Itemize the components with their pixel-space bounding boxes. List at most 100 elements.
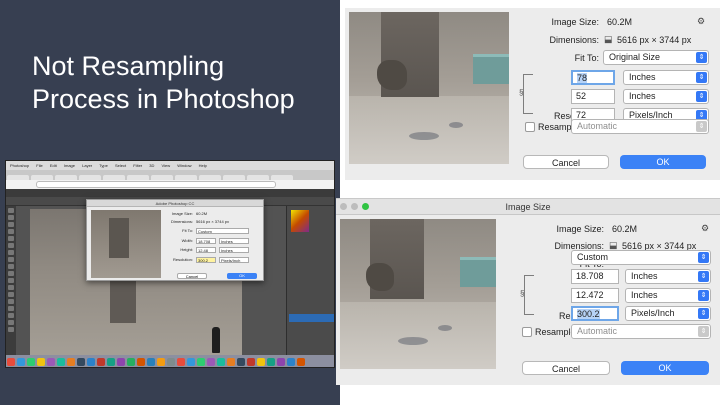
width-field[interactable]: 78 <box>571 70 615 85</box>
dock-app-icon[interactable] <box>257 358 265 366</box>
resample-checkbox[interactable] <box>522 327 532 337</box>
height-field[interactable]: 52 <box>571 89 615 104</box>
dock-app-icon[interactable] <box>37 358 45 366</box>
dock-app-icon[interactable] <box>47 358 55 366</box>
tool-icon[interactable] <box>8 229 14 234</box>
dock-app-icon[interactable] <box>237 358 245 366</box>
dock-app-icon[interactable] <box>167 358 175 366</box>
menu-item[interactable]: Photoshop <box>10 163 29 168</box>
ok-button[interactable]: OK <box>620 155 706 169</box>
tool-icon[interactable] <box>8 292 14 297</box>
url-field[interactable] <box>36 181 276 188</box>
dock-app-icon[interactable] <box>177 358 185 366</box>
dock-app-icon[interactable] <box>287 358 295 366</box>
menu-item[interactable]: File <box>36 163 42 168</box>
resample-checkbox[interactable] <box>525 122 535 132</box>
ok-button[interactable]: OK <box>621 361 709 375</box>
tool-icon[interactable] <box>8 299 14 304</box>
dock-app-icon[interactable] <box>117 358 125 366</box>
tool-icon[interactable] <box>8 215 14 220</box>
dock-app-icon[interactable] <box>207 358 215 366</box>
dock-app-icon[interactable] <box>187 358 195 366</box>
ps-height-unit[interactable]: Inches <box>219 246 249 253</box>
dock-app-icon[interactable] <box>147 358 155 366</box>
tool-icon[interactable] <box>8 236 14 241</box>
height-field[interactable]: 12.472 <box>571 288 619 303</box>
dock-app-icon[interactable] <box>297 358 305 366</box>
menu-item[interactable]: View <box>162 163 171 168</box>
cancel-button[interactable]: Cancel <box>523 155 609 169</box>
menu-item[interactable]: Help <box>199 163 207 168</box>
tool-icon[interactable] <box>8 271 14 276</box>
tool-icon[interactable] <box>8 257 14 262</box>
tool-icon[interactable] <box>8 278 14 283</box>
ps-width-field[interactable]: 18.708 <box>196 237 216 244</box>
ps-resolution-field[interactable]: 300.2 <box>196 256 216 263</box>
tool-icon[interactable] <box>8 320 14 325</box>
chevron-updown-icon: ⇕ <box>698 271 709 282</box>
ps-height-field[interactable]: 12.48 <box>196 246 216 253</box>
resample-select[interactable]: Automatic ⇕ <box>571 119 709 134</box>
dock-app-icon[interactable] <box>157 358 165 366</box>
menu-item[interactable]: Edit <box>50 163 57 168</box>
resolution-unit: Pixels/Inch <box>631 308 675 318</box>
tool-icon[interactable] <box>8 327 14 332</box>
menu-item[interactable]: Window <box>177 163 191 168</box>
dock-app-icon[interactable] <box>107 358 115 366</box>
width-field[interactable]: 18.708 <box>571 269 619 284</box>
resample-select[interactable]: Automatic ⇕ <box>571 324 711 339</box>
width-unit-select[interactable]: Inches ⇕ <box>623 70 709 85</box>
dock-app-icon[interactable] <box>277 358 285 366</box>
tool-icon[interactable] <box>8 208 14 213</box>
resample-value: Automatic <box>577 121 618 131</box>
dock-app-icon[interactable] <box>227 358 235 366</box>
dock-app-icon[interactable] <box>17 358 25 366</box>
height-unit-select[interactable]: Inches ⇕ <box>625 288 711 303</box>
gear-icon[interactable]: ⚙ <box>701 223 709 234</box>
tool-icon[interactable] <box>8 250 14 255</box>
dock-app-icon[interactable] <box>27 358 35 366</box>
dock-app-icon[interactable] <box>217 358 225 366</box>
cancel-button[interactable]: Cancel <box>522 361 610 375</box>
resolution-unit-select[interactable]: Pixels/Inch ⇕ <box>625 306 711 321</box>
image-size-value: 60.2M <box>612 224 638 234</box>
dock-app-icon[interactable] <box>97 358 105 366</box>
height-unit-select[interactable]: Inches ⇕ <box>623 89 709 104</box>
menu-item[interactable]: 3D <box>149 163 154 168</box>
dock-app-icon[interactable] <box>267 358 275 366</box>
dock-app-icon[interactable] <box>137 358 145 366</box>
ps-cancel-button[interactable]: Cancel <box>177 273 207 279</box>
menu-item[interactable]: Type <box>99 163 108 168</box>
ps-width-unit[interactable]: Inches <box>219 237 249 244</box>
gear-icon[interactable]: ⚙ <box>697 16 705 27</box>
dock-app-icon[interactable] <box>67 358 75 366</box>
width-unit-select[interactable]: Inches ⇕ <box>625 269 711 284</box>
ps-ok-button[interactable]: OK <box>227 273 257 279</box>
dock-app-icon[interactable] <box>127 358 135 366</box>
ps-row-resolution: Resolution: 300.2 Pixels/Inch <box>167 256 261 263</box>
fit-to-select[interactable]: Original Size ⇕ <box>603 50 709 65</box>
menu-item[interactable]: Select <box>115 163 126 168</box>
menu-item[interactable]: Layer <box>82 163 92 168</box>
dock-app-icon[interactable] <box>7 358 15 366</box>
ps-resolution-unit[interactable]: Pixels/Inch <box>219 256 249 263</box>
tool-icon[interactable] <box>8 264 14 269</box>
dock-app-icon[interactable] <box>197 358 205 366</box>
tool-icon[interactable] <box>8 306 14 311</box>
tool-icon[interactable] <box>8 285 14 290</box>
resolution-field[interactable]: 300.2 <box>571 306 619 321</box>
fit-to-select[interactable]: Custom ⇕ <box>571 250 711 265</box>
menu-item[interactable]: Filter <box>133 163 142 168</box>
dimensions-icon[interactable]: ⬓ <box>604 34 613 45</box>
menu-item[interactable]: Image <box>64 163 75 168</box>
ps-fit-to-select[interactable]: Custom <box>196 227 249 234</box>
tool-icon[interactable] <box>8 243 14 248</box>
tool-icon[interactable] <box>8 313 14 318</box>
dock-app-icon[interactable] <box>87 358 95 366</box>
tool-icon[interactable] <box>8 222 14 227</box>
dock-app-icon[interactable] <box>57 358 65 366</box>
selected-layer[interactable] <box>289 314 334 322</box>
dock-app-icon[interactable] <box>77 358 85 366</box>
dock-app-icon[interactable] <box>247 358 255 366</box>
swatches-panel[interactable] <box>291 210 309 232</box>
